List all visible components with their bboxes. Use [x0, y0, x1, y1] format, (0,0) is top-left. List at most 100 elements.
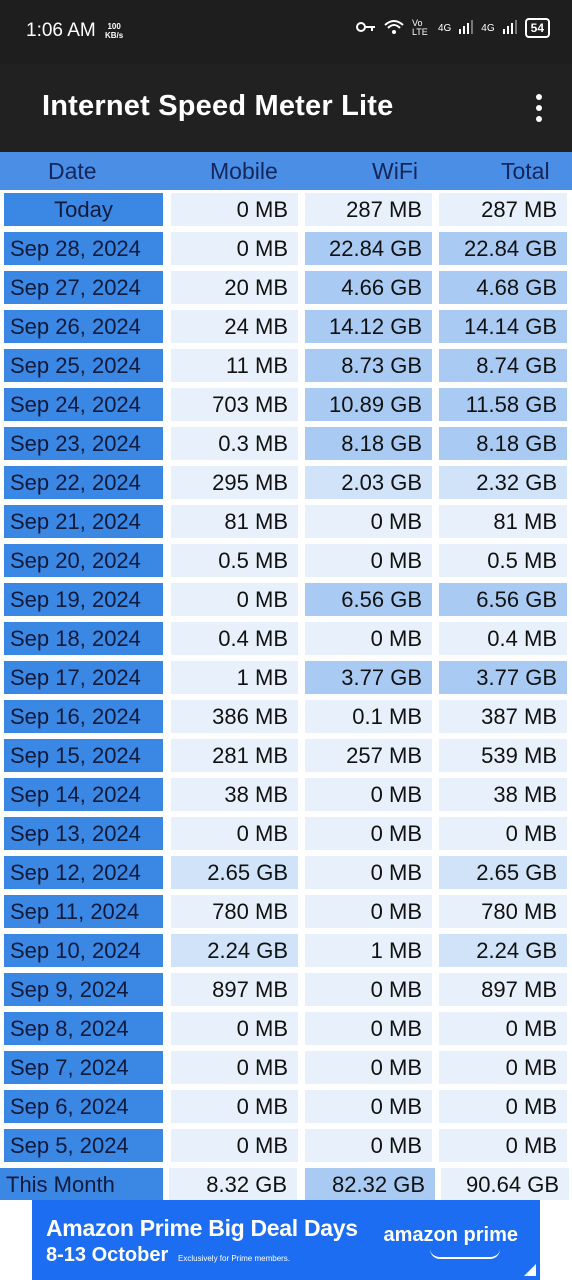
table-row: Sep 7, 2024 0 MB 0 MB 0 MB — [0, 1048, 572, 1087]
table-row: Sep 5, 2024 0 MB 0 MB 0 MB — [0, 1126, 572, 1165]
mobile-cell: 295 MB — [171, 466, 298, 499]
app-title: Internet Speed Meter Lite — [42, 90, 394, 122]
date-cell: Sep 8, 2024 — [4, 1012, 163, 1045]
status-time: 1:06 AM — [26, 20, 96, 41]
wifi-cell: 0 MB — [305, 622, 432, 655]
table-row: Sep 22, 2024 295 MB 2.03 GB 2.32 GB — [0, 463, 572, 502]
date-cell: Sep 26, 2024 — [4, 310, 163, 343]
total-cell: 387 MB — [439, 700, 567, 733]
usage-table: Today 0 MB 287 MB 287 MB Sep 28, 2024 0 MB 22.… — [0, 190, 572, 1165]
mobile-cell: 0.3 MB — [171, 427, 298, 460]
total-cell: 22.84 GB — [439, 232, 567, 265]
total-cell: 38 MB — [439, 778, 567, 811]
date-cell: Sep 7, 2024 — [4, 1051, 163, 1084]
mobile-cell: 0.4 MB — [171, 622, 298, 655]
total-cell: 2.24 GB — [439, 934, 567, 967]
table-row: Sep 26, 2024 24 MB 14.12 GB 14.14 GB — [0, 307, 572, 346]
wifi-cell: 0 MB — [305, 1090, 432, 1123]
mobile-cell: 0 MB — [171, 1012, 298, 1045]
overflow-menu-icon[interactable] — [532, 94, 546, 124]
total-cell: 11.58 GB — [439, 388, 567, 421]
date-cell: Sep 18, 2024 — [4, 622, 163, 655]
total-cell: 8.74 GB — [439, 349, 567, 382]
table-row: Sep 14, 2024 38 MB 0 MB 38 MB — [0, 775, 572, 814]
network-speed-indicator: 100 KB/s — [105, 22, 123, 40]
total-cell: 0.4 MB — [439, 622, 567, 655]
date-cell: Sep 15, 2024 — [4, 739, 163, 772]
wifi-cell: 8.73 GB — [305, 349, 432, 382]
mobile-cell: 780 MB — [171, 895, 298, 928]
total-cell: 0 MB — [439, 1012, 567, 1045]
date-cell: Today — [4, 193, 163, 226]
wifi-cell: 8.18 GB — [305, 427, 432, 460]
total-cell: 0.5 MB — [439, 544, 567, 577]
table-row: Sep 11, 2024 780 MB 0 MB 780 MB — [0, 892, 572, 931]
wifi-cell: 0 MB — [305, 1129, 432, 1162]
amazon-smile-icon — [430, 1249, 500, 1259]
table-row: Sep 12, 2024 2.65 GB 0 MB 2.65 GB — [0, 853, 572, 892]
wifi-cell: 0 MB — [305, 895, 432, 928]
battery-icon: 54 — [524, 18, 550, 38]
mobile-cell: 2.24 GB — [171, 934, 298, 967]
total-cell: 780 MB — [439, 895, 567, 928]
speed-value: 100 — [107, 22, 121, 31]
signal-icon-2 — [502, 19, 517, 37]
mobile-cell: 0 MB — [171, 1129, 298, 1162]
app-bar: Internet Speed Meter Lite — [0, 64, 572, 152]
total-cell: 0 MB — [439, 1090, 567, 1123]
wifi-cell: 0 MB — [305, 856, 432, 889]
ad-choices-icon[interactable] — [524, 1264, 536, 1276]
table-row: Sep 8, 2024 0 MB 0 MB 0 MB — [0, 1009, 572, 1048]
total-cell: 0 MB — [439, 1051, 567, 1084]
wifi-cell: 10.89 GB — [305, 388, 432, 421]
network-type-2: 4G — [481, 22, 495, 34]
month-wifi: 82.32 GB — [305, 1168, 435, 1200]
mobile-cell: 281 MB — [171, 739, 298, 772]
ad-subtitle: Exclusively for Prime members. — [178, 1254, 291, 1263]
table-row: Sep 9, 2024 897 MB 0 MB 897 MB — [0, 970, 572, 1009]
wifi-cell: 0 MB — [305, 817, 432, 850]
total-cell: 2.65 GB — [439, 856, 567, 889]
mobile-cell: 11 MB — [171, 349, 298, 382]
total-cell: 287 MB — [439, 193, 567, 226]
table-row: Sep 16, 2024 386 MB 0.1 MB 387 MB — [0, 697, 572, 736]
mobile-cell: 0 MB — [171, 817, 298, 850]
date-cell: Sep 25, 2024 — [4, 349, 163, 382]
ad-title: Amazon Prime Big Deal Days — [46, 1215, 358, 1241]
date-cell: Sep 20, 2024 — [4, 544, 163, 577]
header-date: Date — [48, 158, 97, 184]
mobile-cell: 897 MB — [171, 973, 298, 1006]
header-mobile: Mobile — [210, 158, 278, 184]
header-total: Total — [501, 158, 550, 184]
wifi-cell: 14.12 GB — [305, 310, 432, 343]
date-cell: Sep 6, 2024 — [4, 1090, 163, 1123]
ad-dates: 8-13 October — [46, 1244, 169, 1266]
total-cell: 0 MB — [439, 1129, 567, 1162]
wifi-cell: 3.77 GB — [305, 661, 432, 694]
signal-icon — [459, 19, 474, 37]
total-cell: 0 MB — [439, 817, 567, 850]
ad-banner[interactable]: Amazon Prime Big Deal Days 8-13 October … — [32, 1200, 540, 1280]
total-cell: 2.32 GB — [439, 466, 567, 499]
table-row: Sep 6, 2024 0 MB 0 MB 0 MB — [0, 1087, 572, 1126]
wifi-cell: 287 MB — [305, 193, 432, 226]
wifi-cell: 0 MB — [305, 973, 432, 1006]
mobile-cell: 703 MB — [171, 388, 298, 421]
key-icon — [355, 21, 376, 36]
date-cell: Sep 12, 2024 — [4, 856, 163, 889]
date-cell: Sep 14, 2024 — [4, 778, 163, 811]
wifi-cell: 2.03 GB — [305, 466, 432, 499]
date-cell: Sep 24, 2024 — [4, 388, 163, 421]
table-row: Sep 28, 2024 0 MB 22.84 GB 22.84 GB — [0, 229, 572, 268]
table-row: Sep 10, 2024 2.24 GB 1 MB 2.24 GB — [0, 931, 572, 970]
wifi-cell: 0.1 MB — [305, 700, 432, 733]
date-cell: Sep 11, 2024 — [4, 895, 163, 928]
total-cell: 539 MB — [439, 739, 567, 772]
table-row: Sep 24, 2024 703 MB 10.89 GB 11.58 GB — [0, 385, 572, 424]
wifi-icon — [384, 19, 404, 38]
mobile-cell: 0 MB — [171, 232, 298, 265]
table-row: Sep 27, 2024 20 MB 4.66 GB 4.68 GB — [0, 268, 572, 307]
mobile-cell: 0 MB — [171, 1051, 298, 1084]
table-row: Sep 23, 2024 0.3 MB 8.18 GB 8.18 GB — [0, 424, 572, 463]
total-cell: 3.77 GB — [439, 661, 567, 694]
